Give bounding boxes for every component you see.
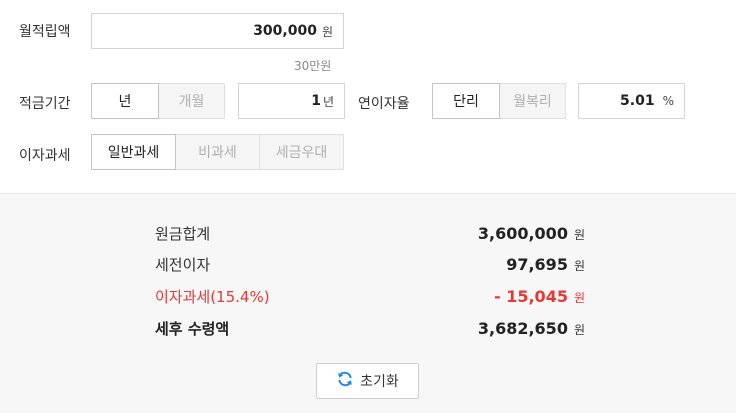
pretax-interest-label: 세전이자 <box>155 255 211 274</box>
net-amount-unit: 원 <box>573 322 585 337</box>
monthly-deposit-unit: 원 <box>321 24 333 39</box>
result-row-principal: 원금합계 3,600,000 원 <box>155 221 585 245</box>
reset-button[interactable]: 초기화 <box>316 363 419 399</box>
tax-type-toggle: 일반과세 비과세 세금우대 <box>91 134 344 170</box>
period-unit: 년 <box>322 94 334 109</box>
net-amount-label: 세후 수령액 <box>155 319 230 338</box>
tax-option-general[interactable]: 일반과세 <box>91 134 176 170</box>
monthly-deposit-label: 월적립액 <box>19 24 71 40</box>
net-amount-value: 3,682,650 <box>477 318 568 338</box>
interest-option-simple[interactable]: 단리 <box>432 83 500 119</box>
interest-rate-unit: % <box>662 94 674 108</box>
result-row-net-amount: 세후 수령액 3,682,650 원 <box>155 316 585 340</box>
reset-label: 초기화 <box>360 374 399 390</box>
principal-value: 3,600,000 <box>477 223 568 243</box>
interest-rate-input[interactable]: 5.01 % <box>578 83 685 119</box>
period-label: 적금기간 <box>19 96 71 112</box>
tax-type-label: 이자과세 <box>19 148 71 164</box>
principal-label: 원금합계 <box>155 224 211 243</box>
pretax-interest-unit: 원 <box>573 258 585 273</box>
result-row-pretax-interest: 세전이자 97,695 원 <box>155 252 585 276</box>
interest-tax-unit: 원 <box>573 290 585 305</box>
interest-option-monthly-compound[interactable]: 월복리 <box>499 83 566 119</box>
period-option-year[interactable]: 년 <box>91 83 159 119</box>
monthly-deposit-value: 300,000 <box>253 23 317 39</box>
principal-unit: 원 <box>573 227 585 242</box>
interest-tax-label: 이자과세(15.4%) <box>155 287 270 306</box>
result-row-interest-tax: 이자과세(15.4%) - 15,045 원 <box>155 284 585 308</box>
tax-option-preferential[interactable]: 세금우대 <box>259 134 344 170</box>
tax-option-exempt[interactable]: 비과세 <box>175 134 260 170</box>
monthly-deposit-input[interactable]: 300,000 원 <box>91 13 344 49</box>
interest-type-toggle: 단리 월복리 <box>432 83 566 119</box>
monthly-deposit-hint: 30만원 <box>294 59 332 73</box>
period-unit-toggle: 년 개월 <box>91 83 225 119</box>
refresh-icon <box>336 370 354 392</box>
interest-rate-value: 5.01 <box>620 93 655 109</box>
period-value: 1 <box>311 93 321 109</box>
period-input[interactable]: 1 년 <box>238 83 345 119</box>
interest-label: 연이자율 <box>358 96 410 112</box>
pretax-interest-value: 97,695 <box>506 254 568 274</box>
period-option-month[interactable]: 개월 <box>158 83 225 119</box>
interest-tax-value: - 15,045 <box>494 286 568 306</box>
